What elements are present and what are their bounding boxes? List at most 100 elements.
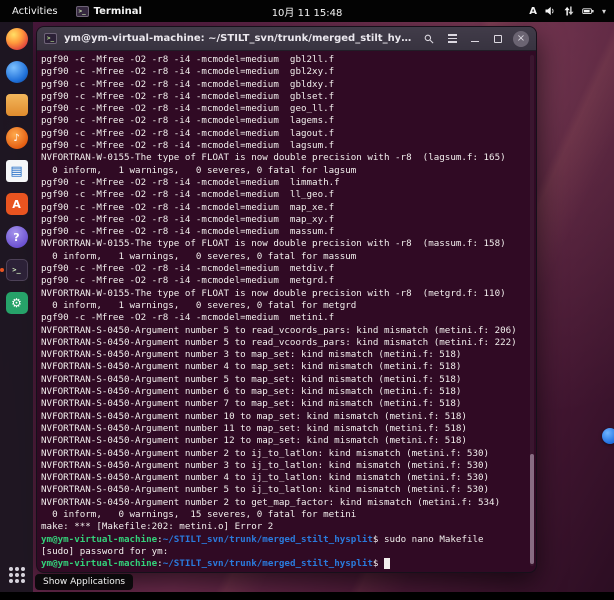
terminal-line: NVFORTRAN-S-0450-Argument number 4 to ma…: [41, 361, 532, 373]
libreoffice-writer-icon: ▤: [6, 160, 28, 182]
terminal-line: [sudo] password for ym:: [41, 546, 532, 558]
terminal-text: pgf90 -c -Mfree -O2 -r8 -i4 -mcmodel=med…: [41, 91, 334, 102]
ubuntu-software-dock-icon[interactable]: A: [6, 193, 28, 215]
edge-notification-dot[interactable]: [602, 428, 614, 444]
terminal-line: pgf90 -c -Mfree -O2 -r8 -i4 -mcmodel=med…: [41, 226, 532, 238]
close-button[interactable]: ×: [513, 31, 529, 47]
terminal-text: pgf90 -c -Mfree -O2 -r8 -i4 -mcmodel=med…: [41, 312, 334, 323]
thunderbird-dock-icon[interactable]: [6, 61, 28, 83]
terminal-line: pgf90 -c -Mfree -O2 -r8 -i4 -mcmodel=med…: [41, 140, 532, 152]
terminal-line: pgf90 -c -Mfree -O2 -r8 -i4 -mcmodel=med…: [41, 103, 532, 115]
input-method-indicator[interactable]: A: [529, 6, 537, 17]
bottom-bezel: [0, 592, 614, 600]
terminal-cursor: [384, 558, 390, 569]
help-dock-icon[interactable]: ?: [6, 226, 28, 248]
rhythmbox-icon: ♪: [6, 127, 28, 149]
terminal-dock-icon[interactable]: >_: [6, 259, 28, 281]
terminal-line: NVFORTRAN-S-0450-Argument number 5 to re…: [41, 325, 532, 337]
terminal-line: pgf90 -c -Mfree -O2 -r8 -i4 -mcmodel=med…: [41, 214, 532, 226]
settings-icon: ⚙: [6, 292, 28, 314]
terminal-text: pgf90 -c -Mfree -O2 -r8 -i4 -mcmodel=med…: [41, 140, 334, 151]
desktop: { "topbar": { "activities": "Activities"…: [0, 0, 614, 600]
volume-icon[interactable]: [544, 5, 556, 17]
system-tray[interactable]: A ▾: [529, 5, 606, 17]
terminal-titlebar[interactable]: >_ ym@ym-virtual-machine: ~/STILT_svn/tr…: [37, 27, 536, 51]
terminal-text: pgf90 -c -Mfree -O2 -r8 -i4 -mcmodel=med…: [41, 66, 334, 77]
terminal-line: NVFORTRAN-S-0450-Argument number 4 to ij…: [41, 472, 532, 484]
window-title: ym@ym-virtual-machine: ~/STILT_svn/trunk…: [64, 33, 414, 44]
maximize-button[interactable]: [490, 31, 506, 47]
maximize-icon: [494, 35, 502, 43]
show-applications-tooltip: Show Applications: [35, 574, 133, 590]
terminal-text: $: [373, 534, 384, 545]
terminal-text: pgf90 -c -Mfree -O2 -r8 -i4 -mcmodel=med…: [41, 79, 334, 90]
firefox-dock-icon[interactable]: [6, 28, 28, 50]
window-menu-icon[interactable]: >_: [44, 33, 57, 44]
terminal-line: pgf90 -c -Mfree -O2 -r8 -i4 -mcmodel=med…: [41, 189, 532, 201]
files-dock-icon[interactable]: [6, 94, 28, 116]
menu-button[interactable]: [444, 31, 460, 47]
terminal-text: NVFORTRAN-S-0450-Argument number 5 to ma…: [41, 374, 461, 385]
close-icon: ×: [517, 34, 525, 44]
terminal-icon: >_: [6, 259, 28, 281]
terminal-text: NVFORTRAN-S-0450-Argument number 2 to ij…: [41, 448, 489, 459]
activities-button[interactable]: Activities: [8, 4, 62, 19]
terminal-text: NVFORTRAN-S-0450-Argument number 4 to ij…: [41, 472, 489, 483]
settings-dock-icon[interactable]: ⚙: [6, 292, 28, 314]
terminal-text: make: *** [Makefile:202: metini.o] Error…: [41, 521, 273, 532]
terminal-text: pgf90 -c -Mfree -O2 -r8 -i4 -mcmodel=med…: [41, 189, 334, 200]
terminal-text: pgf90 -c -Mfree -O2 -r8 -i4 -mcmodel=med…: [41, 214, 334, 225]
help-icon: ?: [6, 226, 28, 248]
terminal-text: [sudo] password for ym:: [41, 546, 168, 557]
show-applications-button[interactable]: [6, 564, 28, 586]
terminal-text: NVFORTRAN-S-0450-Argument number 6 to ma…: [41, 386, 461, 397]
terminal-text: NVFORTRAN-S-0450-Argument number 5 to re…: [41, 325, 517, 336]
terminal-line: ym@ym-virtual-machine:~/STILT_svn/trunk/…: [41, 558, 532, 570]
network-icon[interactable]: [563, 5, 575, 17]
terminal-scrollbar-thumb[interactable]: [530, 454, 534, 564]
terminal-text: pgf90 -c -Mfree -O2 -r8 -i4 -mcmodel=med…: [41, 275, 334, 286]
terminal-text: NVFORTRAN-S-0450-Argument number 5 to re…: [41, 337, 517, 348]
terminal-text: NVFORTRAN-W-0155-The type of FLOAT is no…: [41, 238, 506, 249]
libreoffice-writer-dock-icon[interactable]: ▤: [6, 160, 28, 182]
tray-caret-icon: ▾: [602, 7, 606, 16]
dock-items: ♪ ▤ A? >_ ⚙: [6, 28, 28, 314]
terminal-output[interactable]: pgf90 -c -Mfree -O2 -r8 -i4 -mcmodel=med…: [37, 51, 536, 572]
terminal-text: 0 inform, 1 warnings, 0 severes, 0 fatal…: [41, 251, 356, 262]
terminal-text: NVFORTRAN-S-0450-Argument number 12 to m…: [41, 435, 467, 446]
terminal-line: NVFORTRAN-S-0450-Argument number 5 to ij…: [41, 484, 532, 496]
terminal-line: NVFORTRAN-S-0450-Argument number 7 to ma…: [41, 398, 532, 410]
terminal-text: pgf90 -c -Mfree -O2 -r8 -i4 -mcmodel=med…: [41, 226, 334, 237]
rhythmbox-dock-icon[interactable]: ♪: [6, 127, 28, 149]
terminal-text: NVFORTRAN-S-0450-Argument number 10 to m…: [41, 411, 467, 422]
terminal-line: pgf90 -c -Mfree -O2 -r8 -i4 -mcmodel=med…: [41, 275, 532, 287]
terminal-text: pgf90 -c -Mfree -O2 -r8 -i4 -mcmodel=med…: [41, 177, 340, 188]
terminal-line: NVFORTRAN-S-0450-Argument number 11 to m…: [41, 423, 532, 435]
terminal-line: 0 inform, 1 warnings, 0 severes, 0 fatal…: [41, 300, 532, 312]
search-button[interactable]: [421, 31, 437, 47]
terminal-text: 0 inform, 1 warnings, 0 severes, 0 fatal…: [41, 300, 356, 311]
terminal-line: pgf90 -c -Mfree -O2 -r8 -i4 -mcmodel=med…: [41, 115, 532, 127]
terminal-text: NVFORTRAN-W-0155-The type of FLOAT is no…: [41, 152, 506, 163]
terminal-line: pgf90 -c -Mfree -O2 -r8 -i4 -mcmodel=med…: [41, 79, 532, 91]
terminal-text: ym@ym-virtual-machine: [41, 534, 157, 545]
minimize-button[interactable]: [467, 31, 483, 47]
terminal-text: pgf90 -c -Mfree -O2 -r8 -i4 -mcmodel=med…: [41, 54, 334, 65]
terminal-line: NVFORTRAN-S-0450-Argument number 2 to ge…: [41, 497, 532, 509]
terminal-text: 0 inform, 1 warnings, 0 severes, 0 fatal…: [41, 165, 356, 176]
terminal-line: pgf90 -c -Mfree -O2 -r8 -i4 -mcmodel=med…: [41, 263, 532, 275]
terminal-line: ym@ym-virtual-machine:~/STILT_svn/trunk/…: [41, 534, 532, 546]
terminal-text: ~/STILT_svn/trunk/merged_stilt_hysplit: [163, 534, 373, 545]
terminal-line: pgf90 -c -Mfree -O2 -r8 -i4 -mcmodel=med…: [41, 202, 532, 214]
focused-app-indicator[interactable]: >_ Terminal: [76, 6, 142, 17]
minimize-icon: [471, 41, 479, 43]
terminal-line: NVFORTRAN-S-0450-Argument number 3 to ij…: [41, 460, 532, 472]
terminal-text: NVFORTRAN-S-0450-Argument number 7 to ma…: [41, 398, 461, 409]
terminal-app-icon: >_: [76, 6, 89, 17]
power-icon[interactable]: [582, 5, 595, 17]
terminal-line: NVFORTRAN-S-0450-Argument number 5 to ma…: [41, 374, 532, 386]
clock[interactable]: 10月 11 15:48: [272, 4, 343, 19]
terminal-text: NVFORTRAN-S-0450-Argument number 5 to ij…: [41, 484, 489, 495]
terminal-line: make: *** [Makefile:202: metini.o] Error…: [41, 521, 532, 533]
terminal-text: pgf90 -c -Mfree -O2 -r8 -i4 -mcmodel=med…: [41, 103, 334, 114]
